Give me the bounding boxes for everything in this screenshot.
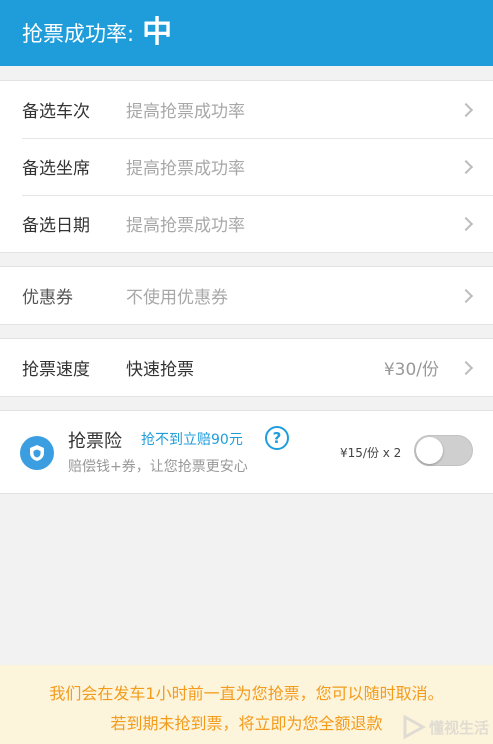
notice-banner: 我们会在发车1小时前一直为您抢票，您可以随时取消。 若到期未抢到票，将立即为您全… (0, 665, 493, 744)
row-value: 提高抢票成功率 (126, 102, 245, 122)
insurance-subtitle: 赔偿钱+券，让您抢票更安心 (68, 459, 248, 475)
alt-seat-row[interactable]: 备选坐席 提高抢票成功率 (0, 138, 493, 195)
row-label: 备选坐席 (22, 159, 90, 179)
row-label: 备选日期 (22, 216, 90, 236)
watermark-logo-icon (403, 714, 427, 740)
speed-label: 抢票速度 (22, 360, 90, 380)
speed-price: ¥30/份 (383, 360, 439, 380)
alt-train-row[interactable]: 备选车次 提高抢票成功率 (0, 81, 493, 138)
insurance-toggle[interactable] (414, 435, 473, 466)
chevron-right-icon (458, 102, 474, 117)
row-value: 提高抢票成功率 (126, 159, 245, 179)
help-icon[interactable]: ? (265, 426, 289, 450)
alt-date-row[interactable]: 备选日期 提高抢票成功率 (0, 195, 493, 252)
chevron-right-icon (458, 288, 474, 303)
alternative-options-group: 备选车次 提高抢票成功率 备选坐席 提高抢票成功率 备选日期 提高抢票成功率 (0, 80, 493, 253)
coupon-label: 优惠券 (22, 288, 73, 308)
notice-line-1: 我们会在发车1小时前一直为您抢票，您可以随时取消。 (49, 684, 444, 703)
watermark-text: 懂视生活 (428, 718, 489, 737)
speed-group: 抢票速度 快速抢票 ¥30/份 (0, 338, 493, 397)
chevron-right-icon (458, 159, 474, 174)
toggle-knob (416, 437, 443, 464)
insurance-tag: 抢不到立赔90元 (141, 432, 243, 448)
row-value: 提高抢票成功率 (126, 216, 245, 236)
speed-row[interactable]: 抢票速度 快速抢票 ¥30/份 (0, 339, 493, 396)
success-rate-value: 中 (142, 15, 173, 50)
watermark: 懂视生活 (401, 714, 489, 740)
coupon-row[interactable]: 优惠券 不使用优惠券 (0, 267, 493, 324)
speed-value: 快速抢票 (126, 360, 194, 380)
shield-icon (20, 436, 54, 470)
success-rate-label: 抢票成功率: (22, 22, 135, 46)
header-bar: 抢票成功率: 中 (0, 0, 493, 66)
insurance-price: ¥15/份 x 2 (340, 446, 402, 460)
coupon-group: 优惠券 不使用优惠券 (0, 266, 493, 325)
insurance-title: 抢票险 (68, 431, 122, 452)
row-label: 备选车次 (22, 102, 90, 122)
chevron-right-icon (458, 216, 474, 231)
chevron-right-icon (458, 360, 474, 375)
insurance-row: 抢票险 抢不到立赔90元 ? 赔偿钱+券，让您抢票更安心 ¥15/份 x 2 (0, 410, 493, 494)
coupon-value: 不使用优惠券 (126, 288, 228, 308)
